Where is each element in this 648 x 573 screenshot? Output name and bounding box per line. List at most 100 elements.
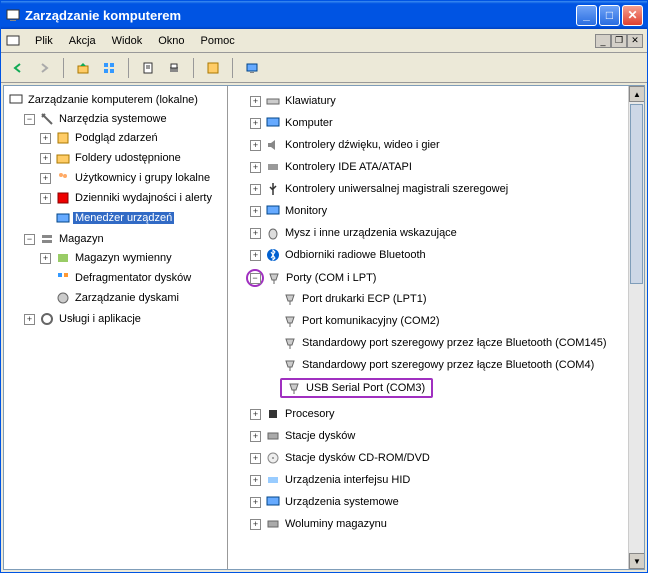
close-button[interactable]: ✕	[622, 5, 643, 26]
expand-icon[interactable]: +	[250, 453, 261, 464]
tree-users-groups[interactable]: +Użytkownicy i grupy lokalne	[38, 169, 225, 187]
tree-tools[interactable]: − Narzędzia systemowe	[22, 110, 225, 128]
expand-icon[interactable]: +	[250, 206, 261, 217]
device-volumes[interactable]: +Woluminy magazynu	[248, 515, 626, 533]
print-button[interactable]	[163, 57, 185, 79]
port-icon	[282, 357, 298, 373]
scroll-up-button[interactable]: ▲	[629, 86, 644, 102]
expand-icon[interactable]: +	[250, 409, 261, 420]
device-monitors[interactable]: +Monitory	[248, 202, 626, 220]
mdi-restore-button[interactable]: ❐	[611, 34, 627, 48]
device-mice[interactable]: +Mysz i inne urządzenia wskazujące	[248, 224, 626, 242]
disk-icon	[55, 290, 71, 306]
up-button[interactable]	[72, 57, 94, 79]
port-com4[interactable]: Standardowy port szeregowy przez łącze B…	[280, 356, 626, 374]
expand-icon[interactable]: +	[250, 475, 261, 486]
device-ports[interactable]: − Porty (COM i LPT)	[248, 268, 626, 288]
toolbar	[1, 53, 647, 83]
tree-disk-mgmt[interactable]: Zarządzanie dyskami	[38, 289, 225, 307]
tree-event-viewer[interactable]: +Podgląd zdarzeń	[38, 129, 225, 147]
highlight-circle: −	[246, 269, 264, 287]
system-icon	[265, 494, 281, 510]
port-lpt1[interactable]: Port drukarki ECP (LPT1)	[280, 290, 626, 308]
device-usb-controllers[interactable]: +Kontrolery uniwersalnej magistrali szer…	[248, 180, 626, 198]
device-keyboards[interactable]: +Klawiatury	[248, 92, 626, 110]
back-button[interactable]	[7, 57, 29, 79]
menu-window[interactable]: Okno	[150, 33, 192, 49]
device-computer[interactable]: +Komputer	[248, 114, 626, 132]
device-system[interactable]: +Urządzenia systemowe	[248, 493, 626, 511]
device-cdrom[interactable]: +Stacje dysków CD-ROM/DVD	[248, 449, 626, 467]
device-hid[interactable]: +Urządzenia interfejsu HID	[248, 471, 626, 489]
collapse-icon[interactable]: −	[24, 234, 35, 245]
app-icon	[5, 7, 21, 23]
menu-file[interactable]: Plik	[27, 33, 61, 49]
mdi-minimize-button[interactable]: _	[595, 34, 611, 48]
menu-action[interactable]: Akcja	[61, 33, 104, 49]
tree-services[interactable]: +Usługi i aplikacje	[22, 310, 225, 328]
expand-icon[interactable]: +	[40, 153, 51, 164]
forward-button[interactable]	[33, 57, 55, 79]
volume-icon	[265, 516, 281, 532]
port-com145[interactable]: Standardowy port szeregowy przez łącze B…	[280, 334, 626, 352]
device-disk-drives[interactable]: +Stacje dysków	[248, 427, 626, 445]
expand-icon[interactable]: +	[250, 431, 261, 442]
toolbar-separator	[128, 58, 129, 78]
tree-removable-storage[interactable]: +Magazyn wymienny	[38, 249, 225, 267]
expand-icon[interactable]: +	[250, 118, 261, 129]
view-button[interactable]	[98, 57, 120, 79]
computer-icon-button[interactable]	[241, 57, 263, 79]
maximize-button[interactable]: □	[599, 5, 620, 26]
tree-defrag[interactable]: Defragmentator dysków	[38, 269, 225, 287]
tree-perf-logs[interactable]: +Dzienniki wydajności i alerty	[38, 189, 225, 207]
collapse-icon[interactable]: −	[250, 273, 261, 284]
expand-icon[interactable]: +	[250, 228, 261, 239]
menubar: Plik Akcja Widok Okno Pomoc _ ❐ ✕	[1, 29, 647, 53]
expand-icon[interactable]: +	[24, 314, 35, 325]
device-bluetooth[interactable]: +Odbiorniki radiowe Bluetooth	[248, 246, 626, 264]
expand-icon[interactable]: +	[250, 497, 261, 508]
menu-help[interactable]: Pomoc	[193, 33, 243, 49]
expand-icon[interactable]: +	[250, 96, 261, 107]
toolbar-separator	[232, 58, 233, 78]
refresh-button[interactable]	[202, 57, 224, 79]
minimize-button[interactable]: _	[576, 5, 597, 26]
cdrom-icon	[265, 450, 281, 466]
expand-icon[interactable]: +	[40, 193, 51, 204]
tree-device-manager[interactable]: Menedżer urządzeń	[38, 209, 225, 227]
expand-icon[interactable]: +	[40, 173, 51, 184]
scroll-down-button[interactable]: ▼	[629, 553, 644, 569]
mdi-close-button[interactable]: ✕	[627, 34, 643, 48]
sound-icon	[265, 137, 281, 153]
tree-storage[interactable]: − Magazyn	[22, 230, 225, 248]
expand-icon[interactable]: +	[40, 253, 51, 264]
expand-icon[interactable]: +	[250, 162, 261, 173]
properties-button[interactable]	[137, 57, 159, 79]
bluetooth-icon	[265, 247, 281, 263]
device-processors[interactable]: +Procesory	[248, 405, 626, 423]
toolbar-separator	[193, 58, 194, 78]
services-icon	[39, 311, 55, 327]
left-tree-pane[interactable]: Zarządzanie komputerem (lokalne) − Narzę…	[4, 86, 228, 569]
scroll-thumb[interactable]	[630, 104, 643, 284]
expand-icon[interactable]: +	[40, 133, 51, 144]
tree-root[interactable]: Zarządzanie komputerem (lokalne)	[6, 91, 225, 109]
menu-view[interactable]: Widok	[104, 33, 151, 49]
tree-shared-folders[interactable]: +Foldery udostępnione	[38, 149, 225, 167]
right-tree-pane[interactable]: +Klawiatury +Komputer +Kontrolery dźwięk…	[228, 86, 644, 569]
monitor-icon	[265, 203, 281, 219]
device-sound[interactable]: +Kontrolery dźwięku, wideo i gier	[248, 136, 626, 154]
expand-icon[interactable]: +	[250, 519, 261, 530]
removable-icon	[55, 250, 71, 266]
device-ide[interactable]: +Kontrolery IDE ATA/ATAPI	[248, 158, 626, 176]
port-com2[interactable]: Port komunikacyjny (COM2)	[280, 312, 626, 330]
expand-icon[interactable]: +	[250, 250, 261, 261]
expand-icon[interactable]: +	[250, 140, 261, 151]
collapse-icon[interactable]: −	[24, 114, 35, 125]
cpu-icon	[265, 406, 281, 422]
port-com3-highlighted[interactable]: USB Serial Port (COM3)	[280, 378, 433, 398]
window-title: Zarządzanie komputerem	[25, 8, 576, 23]
titlebar[interactable]: Zarządzanie komputerem _ □ ✕	[1, 1, 647, 29]
expand-icon[interactable]: +	[250, 184, 261, 195]
vertical-scrollbar[interactable]: ▲ ▼	[628, 86, 644, 569]
